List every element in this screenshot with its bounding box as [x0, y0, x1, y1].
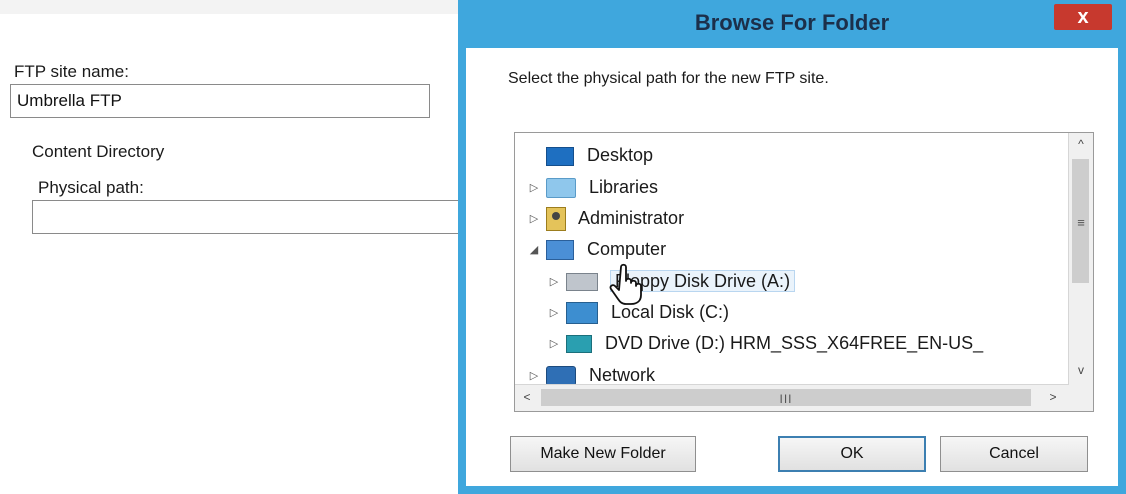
tree-item-dvd-drive[interactable]: ▷ DVD Drive (D:) HRM_SSS_X64FREE_EN-US_ [547, 329, 983, 357]
ftp-site-name-label: FTP site name: [14, 62, 129, 81]
tree-item-desktop[interactable]: Desktop [527, 141, 653, 169]
dialog-title: Browse For Folder [694, 10, 890, 35]
expand-arrow-icon[interactable]: ▷ [547, 299, 561, 327]
close-icon: x [1077, 6, 1089, 28]
scrollbar-corner [1069, 385, 1093, 411]
hand-cursor-icon [609, 263, 642, 305]
folder-tree[interactable]: Desktop ▷ Libraries ▷ Administrator ◢ Co… [514, 132, 1094, 412]
scroll-left-icon[interactable]: < [515, 390, 539, 404]
local-disk-icon [566, 302, 599, 325]
tree-item-label: Network [589, 365, 656, 385]
physical-path-input[interactable] [32, 200, 472, 234]
ftp-site-name-input[interactable]: Umbrella FTP [10, 84, 430, 118]
expand-arrow-icon[interactable]: ▷ [547, 330, 561, 358]
tree-item-label: Administrator [578, 208, 685, 228]
content-directory-label: Content Directory [32, 142, 165, 161]
cancel-button[interactable]: Cancel [940, 436, 1088, 472]
tree-item-libraries[interactable]: ▷ Libraries [527, 173, 658, 201]
dvd-drive-icon [566, 335, 593, 354]
make-new-folder-button[interactable]: Make New Folder [510, 436, 696, 472]
physical-path-label: Physical path: [38, 178, 144, 197]
horizontal-scroll-thumb[interactable]: III [541, 389, 1031, 406]
scroll-grip-icon: III [779, 392, 793, 406]
tree-item-floppy-disk-drive[interactable]: ▷ Floppy Disk Drive (A:) [547, 267, 796, 296]
ftp-site-wizard: FTP site name: Umbrella FTP Content Dire… [0, 0, 472, 494]
user-folder-icon [546, 207, 567, 232]
tree-item-label: Desktop [587, 145, 654, 165]
browse-for-folder-dialog: Browse For Folder x Select the physical … [458, 0, 1126, 494]
expand-arrow-icon[interactable]: ▷ [547, 268, 561, 296]
floppy-drive-icon [566, 273, 599, 292]
wizard-top-band [0, 0, 470, 14]
close-button[interactable]: x [1054, 4, 1112, 30]
tree-item-computer[interactable]: ◢ Computer [527, 235, 666, 263]
desktop-icon [546, 146, 575, 166]
dialog-client-area: Select the physical path for the new FTP… [466, 48, 1118, 486]
vertical-scrollbar[interactable]: ^ ≡ v [1068, 133, 1093, 385]
scroll-right-icon[interactable]: > [1041, 390, 1065, 404]
expand-arrow-icon[interactable]: ▷ [527, 205, 541, 233]
dialog-titlebar[interactable]: Browse For Folder x [458, 0, 1126, 48]
ok-button[interactable]: OK [778, 436, 926, 472]
libraries-folder-icon [546, 178, 577, 199]
tree-item-label: Computer [587, 239, 667, 259]
tree-item-label: Local Disk (C:) [611, 302, 730, 322]
tree-item-label: DVD Drive (D:) HRM_SSS_X64FREE_EN-US_ [605, 333, 984, 353]
horizontal-scrollbar[interactable]: < III > [515, 384, 1069, 411]
collapse-arrow-icon[interactable]: ◢ [527, 236, 541, 264]
scroll-down-icon[interactable]: v [1069, 363, 1093, 377]
expand-arrow-icon[interactable]: ▷ [527, 174, 541, 202]
scroll-grip-icon: ≡ [1077, 215, 1085, 230]
computer-icon [546, 240, 575, 261]
dialog-description: Select the physical path for the new FTP… [508, 70, 829, 87]
scroll-up-icon[interactable]: ^ [1069, 137, 1093, 151]
tree-item-label: Libraries [589, 177, 659, 197]
tree-item-administrator[interactable]: ▷ Administrator [527, 204, 684, 232]
